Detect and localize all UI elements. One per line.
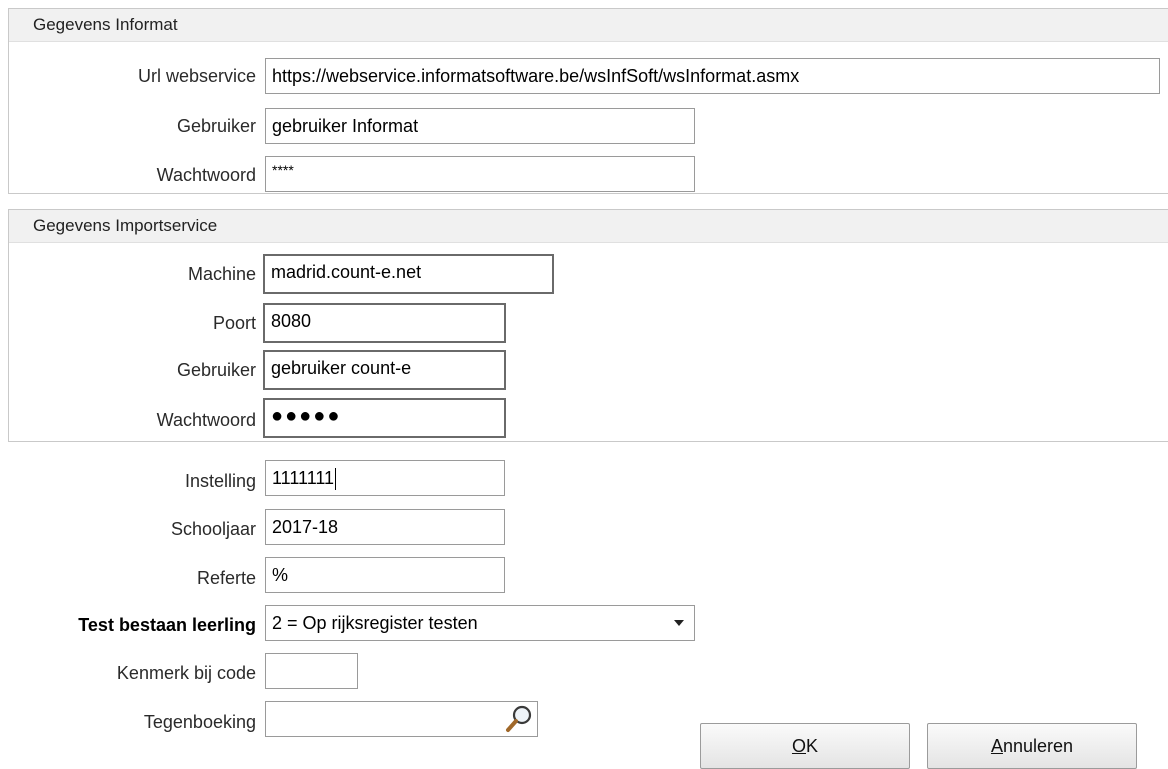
informat-password-label: Wachtwoord <box>156 165 256 185</box>
importservice-user-input[interactable]: gebruiker count-e <box>263 350 506 390</box>
ok-label-rest: K <box>806 736 819 756</box>
importservice-password-input[interactable]: ●●●●● <box>263 398 506 438</box>
kenmerk-bij-code-label: Kenmerk bij code <box>116 663 256 683</box>
test-bestaan-leerling-select[interactable]: 2 = Op rijksregister testen <box>265 605 695 641</box>
informat-user-label: Gebruiker <box>176 116 256 136</box>
url-webservice-input[interactable]: https://webservice.informatsoftware.be/w… <box>265 58 1160 94</box>
test-bestaan-leerling-value: 2 = Op rijksregister testen <box>272 613 478 633</box>
importservice-password-value: ●●●●● <box>271 405 342 427</box>
schooljaar-label: Schooljaar <box>170 519 256 539</box>
informat-password-input[interactable]: **** <box>265 156 695 192</box>
ok-mnemonic: O <box>791 736 806 756</box>
tegenboeking-label: Tegenboeking <box>143 712 256 732</box>
text-cursor <box>335 468 337 491</box>
tegenboeking-input[interactable] <box>265 701 538 737</box>
schooljaar-input[interactable]: 2017-18 <box>265 509 505 545</box>
importservice-password-label: Wachtwoord <box>156 410 256 430</box>
referte-input[interactable]: % <box>265 557 505 593</box>
cancel-mnemonic: A <box>990 736 1003 756</box>
informat-user-input[interactable]: gebruiker Informat <box>265 108 695 144</box>
test-bestaan-leerling-label: Test bestaan leerling <box>78 615 256 635</box>
cancel-label-rest: nnuleren <box>1002 736 1074 756</box>
instelling-input[interactable]: 1111111 <box>265 460 505 496</box>
informat-password-value: **** <box>272 162 294 178</box>
importservice-user-label: Gebruiker <box>176 360 256 380</box>
informat-group-title: Gegevens Informat <box>9 8 1168 42</box>
machine-label: Machine <box>187 264 256 284</box>
ok-button[interactable]: OK <box>700 723 910 769</box>
port-input[interactable]: 8080 <box>263 303 506 343</box>
cancel-button[interactable]: Annuleren <box>927 723 1137 769</box>
kenmerk-bij-code-input[interactable] <box>265 653 358 689</box>
port-label: Poort <box>212 313 256 333</box>
machine-input[interactable]: madrid.count-e.net <box>263 254 554 294</box>
instelling-value: 1111111 <box>272 468 335 488</box>
chevron-down-icon[interactable] <box>674 620 684 626</box>
search-icon[interactable] <box>505 704 533 734</box>
instelling-label: Instelling <box>184 471 256 491</box>
referte-label: Referte <box>196 568 256 588</box>
importservice-group-title: Gegevens Importservice <box>9 209 1168 243</box>
url-webservice-label: Url webservice <box>137 66 256 86</box>
